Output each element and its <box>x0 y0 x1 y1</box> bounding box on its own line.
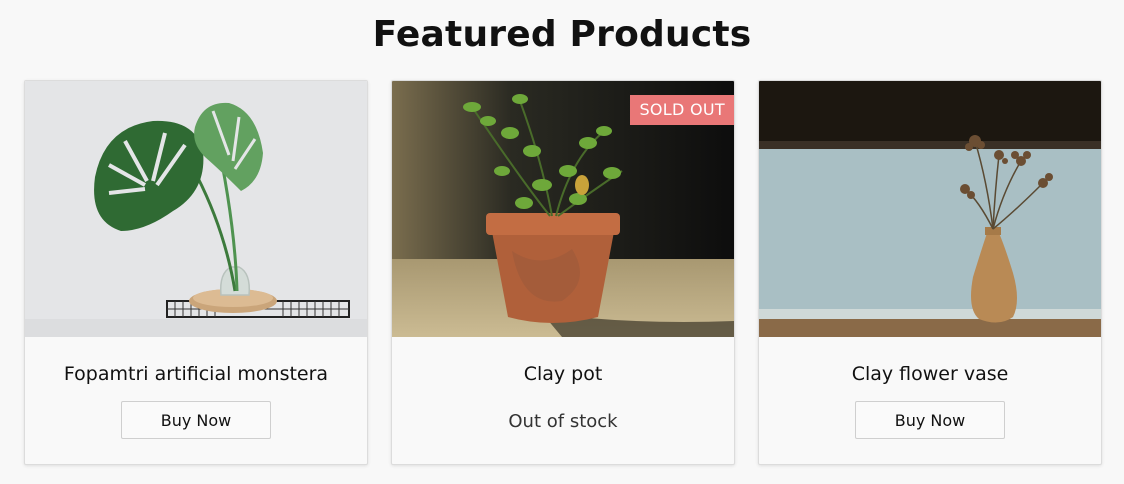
sold-out-badge: SOLD OUT <box>630 95 734 125</box>
product-title: Fopamtri artificial monstera <box>63 363 329 385</box>
product-card-flower-vase: Clay flower vase Buy Now <box>758 80 1102 465</box>
monstera-plant-image[interactable] <box>25 81 367 337</box>
product-card-clay-pot: SOLD OUT Clay pot Out of stock <box>391 80 735 465</box>
stock-status: Out of stock <box>508 411 618 432</box>
product-grid: Fopamtri artificial monstera Buy Now SOL… <box>24 80 1102 465</box>
flower-vase-image[interactable] <box>759 81 1101 337</box>
product-title: Clay pot <box>523 363 603 385</box>
buy-now-button[interactable]: Buy Now <box>855 401 1005 439</box>
buy-now-button[interactable]: Buy Now <box>121 401 271 439</box>
page-title: Featured Products <box>372 14 752 55</box>
product-card-monstera: Fopamtri artificial monstera Buy Now <box>24 80 368 465</box>
product-title: Clay flower vase <box>851 363 1009 385</box>
